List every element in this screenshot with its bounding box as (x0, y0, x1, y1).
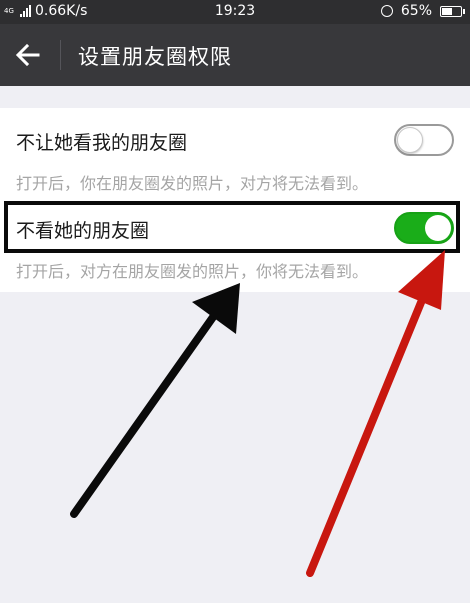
black-arrow (70, 283, 240, 518)
battery-level: 65% (400, 3, 432, 19)
alarm-icon (380, 5, 393, 17)
status-bar: 4G 0.66K/s 19:23 65% (0, 0, 470, 24)
toggle-knob (397, 127, 423, 153)
red-arrow (306, 250, 445, 577)
title-bar: 设置朋友圈权限 (0, 24, 470, 86)
page-title: 设置朋友圈权限 (78, 45, 232, 69)
back-button[interactable] (8, 35, 48, 75)
hide-hers-description: 打开后，对方在朋友圈发的照片，你将无法看到。 (16, 262, 369, 281)
battery-fill (442, 7, 453, 15)
status-right: 65% (380, 3, 465, 19)
hide-mine-label: 不让她看我的朋友圈 (16, 132, 188, 154)
hide-mine-toggle[interactable] (394, 124, 454, 156)
settings-screen: 4G 0.66K/s 19:23 65% 设置朋友圈权限 不让她看我的朋友圈 打… (0, 0, 470, 603)
title-divider (60, 40, 61, 70)
annotation-arrows (70, 250, 445, 577)
highlight-box (4, 201, 460, 253)
arrow-left-icon (15, 43, 40, 67)
hide-mine-description: 打开后，你在朋友圈发的照片，对方将无法看到。 (16, 174, 369, 193)
settings-card: 不让她看我的朋友圈 打开后，你在朋友圈发的照片，对方将无法看到。 不看她的朋友圈… (0, 108, 470, 292)
battery-icon (440, 5, 465, 17)
